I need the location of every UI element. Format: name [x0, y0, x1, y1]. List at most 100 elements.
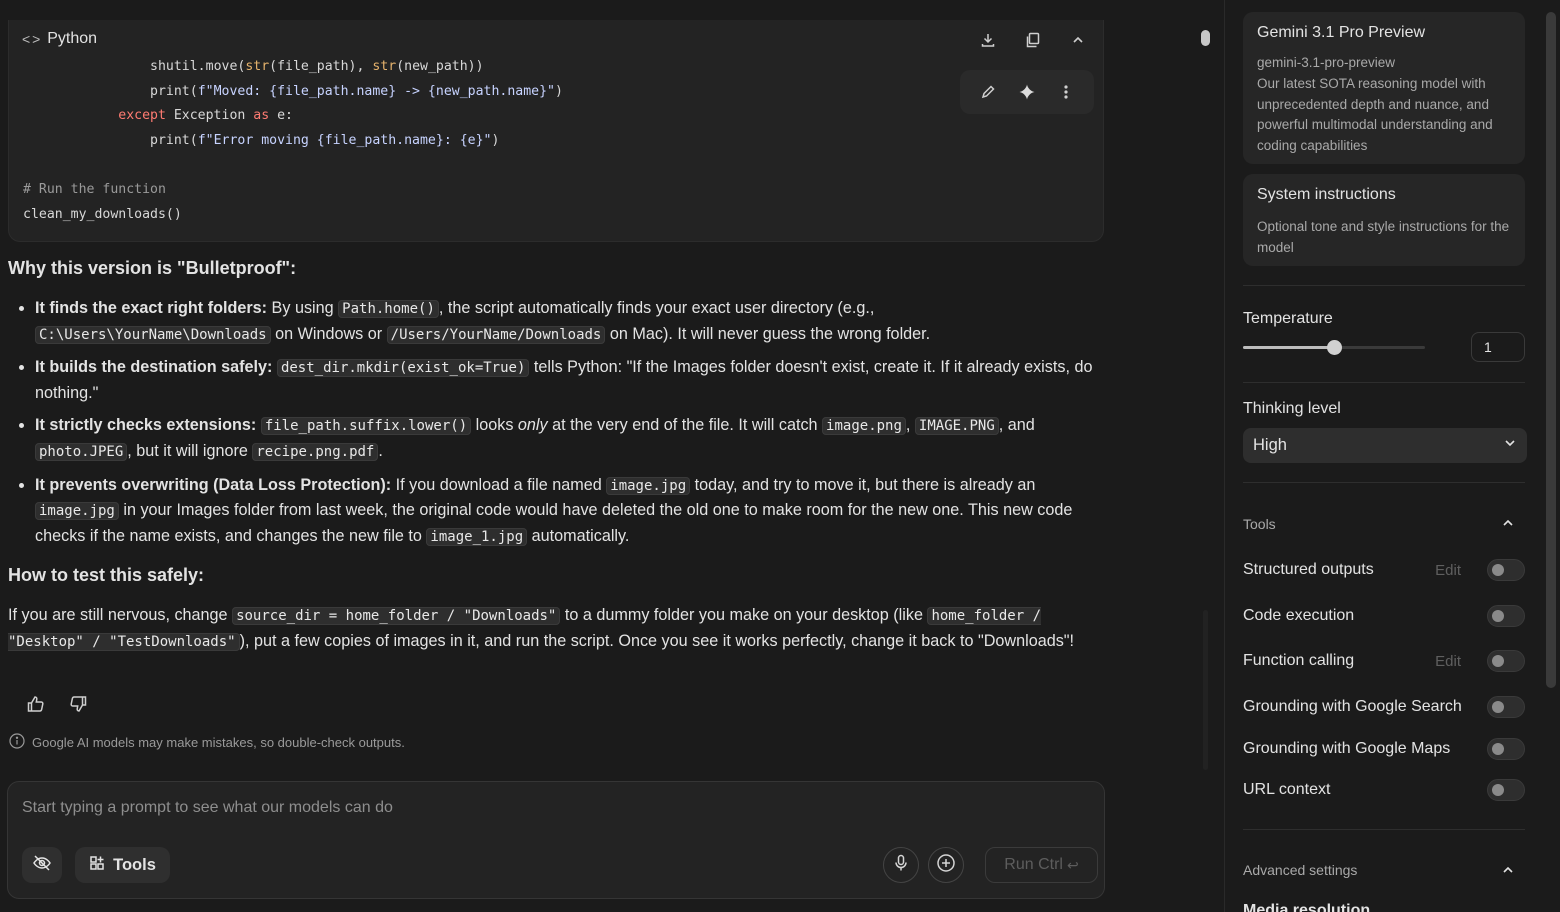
text-run: , but it will ignore — [127, 441, 253, 460]
tools-section-header[interactable]: Tools — [1243, 516, 1276, 532]
divider — [1243, 285, 1525, 286]
text-run: . — [378, 441, 383, 460]
inline-code: Path.home() — [338, 300, 439, 318]
temperature-label: Temperature — [1243, 310, 1333, 327]
thinking-level-select[interactable]: High — [1243, 428, 1527, 463]
return-arrow-icon: ↩ — [1066, 856, 1079, 873]
chat-scrollbar-thumb[interactable] — [1201, 30, 1210, 46]
download-icon[interactable] — [976, 28, 1000, 52]
bullet-lead: It prevents overwriting (Data Loss Prote… — [35, 475, 392, 494]
inline-code: image.jpg — [35, 502, 119, 521]
info-icon — [9, 733, 25, 752]
test-instructions-paragraph: If you are still nervous, change source_… — [8, 603, 1104, 655]
list-item: It finds the exact right folders: By usi… — [19, 296, 1103, 347]
advanced-settings-header[interactable]: Advanced settings — [1243, 862, 1357, 878]
temperature-input[interactable] — [1471, 332, 1525, 362]
tool-row: Function calling Edit — [1243, 648, 1525, 674]
tools-button[interactable]: Tools — [75, 847, 170, 883]
tool-toggle[interactable] — [1487, 696, 1525, 718]
system-instructions-card[interactable]: System instructions Optional tone and st… — [1243, 174, 1525, 266]
copy-icon[interactable] — [1021, 28, 1045, 52]
chevron-up-icon[interactable] — [1066, 28, 1090, 52]
media-resolution-label: Media resolution — [1243, 902, 1371, 912]
list-item: It prevents overwriting (Data Loss Prote… — [19, 473, 1103, 550]
list-item: It strictly checks extensions: file_path… — [19, 413, 1103, 464]
chevron-up-icon[interactable] — [1501, 863, 1515, 882]
inline-code: recipe.png.pdf — [252, 442, 379, 461]
tool-toggle[interactable] — [1487, 650, 1525, 672]
inline-code: C:\Users\YourName\Downloads — [35, 325, 271, 344]
text-run: to a dummy folder you make on your deskt… — [560, 606, 928, 624]
text-run: at the very end of the file. It will cat… — [547, 416, 823, 435]
tool-name: Structured outputs — [1243, 561, 1374, 578]
copy-action-wrap — [1021, 28, 1045, 52]
inline-code: image_1.jpg — [426, 527, 528, 546]
more-vert-icon[interactable] — [1054, 80, 1078, 104]
tool-row: Code execution — [1243, 603, 1525, 629]
code-line: # Run the function — [23, 182, 166, 197]
sparkle-icon[interactable] — [1015, 80, 1039, 104]
feedback-bar — [24, 692, 90, 716]
add-media-button[interactable] — [928, 847, 964, 883]
tool-edit-link[interactable]: Edit — [1435, 653, 1461, 670]
tool-row: Grounding with Google Maps — [1243, 736, 1525, 762]
section-heading-why: Why this version is "Bulletproof": — [8, 258, 297, 278]
code-line: print(f"Error moving {file_path.name}: {… — [150, 132, 500, 148]
thumbs-up-icon[interactable] — [24, 692, 48, 716]
edit-pencil-icon[interactable] — [976, 80, 1000, 104]
text-run: , — [905, 416, 915, 435]
mic-icon — [893, 854, 909, 877]
model-selector-card[interactable]: Gemini 3.1 Pro Preview gemini-3.1-pro-pr… — [1243, 12, 1525, 164]
message-action-bar — [960, 70, 1094, 114]
tool-name: Function calling — [1243, 652, 1355, 669]
thinking-level-label: Thinking level — [1243, 400, 1341, 417]
text-run: on Windows or — [270, 324, 387, 343]
run-button[interactable]: Run Ctrl ↩ — [985, 847, 1098, 883]
tool-toggle[interactable] — [1487, 738, 1525, 760]
microphone-button[interactable] — [883, 847, 919, 883]
text-run: , the script automatically finds your ex… — [438, 299, 875, 317]
tool-toggle[interactable] — [1487, 559, 1525, 581]
tool-name: Code execution — [1243, 607, 1355, 624]
inline-code: photo.JPEG — [35, 442, 128, 461]
tools-button-label: Tools — [113, 855, 156, 874]
text-run: ), put a few copies of images in it, and… — [239, 631, 1075, 650]
model-name: Gemini 3.1 Pro Preview — [1257, 24, 1426, 41]
toggle-knob — [1492, 701, 1504, 713]
chat-scrollbar[interactable] — [1198, 0, 1214, 912]
temperature-slider-handle[interactable] — [1327, 340, 1342, 355]
bullet-lead: It finds the exact right folders: — [35, 299, 268, 317]
code-line: print(f"Moved: {file_path.name} -> {new_… — [150, 83, 563, 99]
visibility-off-button[interactable] — [22, 847, 62, 883]
inline-code: file_path.suffix.lower() — [260, 417, 472, 436]
tool-edit-link[interactable]: Edit — [1435, 562, 1461, 579]
text-run: If you download a file named — [391, 475, 607, 494]
inline-code: source_dir = home_folder / "Downloads" — [232, 607, 561, 625]
text-run: on Mac). It will never guess the wrong f… — [605, 324, 931, 343]
thumbs-down-icon[interactable] — [66, 692, 90, 716]
toggle-knob — [1492, 564, 1504, 576]
prompt-input[interactable] — [22, 796, 1082, 820]
code-language-label: Python — [47, 30, 98, 47]
tool-toggle[interactable] — [1487, 779, 1525, 801]
thinking-level-value: High — [1253, 436, 1287, 454]
tool-name: URL context — [1243, 781, 1331, 798]
tool-toggle[interactable] — [1487, 605, 1525, 627]
divider — [1243, 382, 1525, 383]
panel-scrollbar[interactable] — [1546, 12, 1556, 688]
code-line: shutil.move(str(file_path), str(new_path… — [150, 59, 484, 74]
tool-row: Structured outputs Edit — [1243, 557, 1525, 583]
system-instructions-title: System instructions — [1257, 186, 1396, 203]
chevron-up-icon[interactable] — [1501, 516, 1515, 535]
chat-main-area: < > Python shutil.move(str(file_path), s… — [0, 0, 1196, 912]
chat-scrollbar-track — [1203, 610, 1208, 770]
model-description: Our latest SOTA reasoning model with unp… — [1257, 76, 1493, 153]
inline-code: IMAGE.PNG — [914, 417, 999, 436]
list-item: It builds the destination safely: dest_d… — [19, 355, 1103, 405]
code-icon: < > — [22, 31, 40, 47]
temperature-slider[interactable] — [1243, 340, 1425, 355]
plus-circle-icon — [936, 853, 956, 878]
collapse-action-wrap — [1066, 28, 1090, 52]
code-header-actions — [976, 28, 1000, 52]
bullet-lead: It builds the destination safely: — [35, 358, 273, 377]
